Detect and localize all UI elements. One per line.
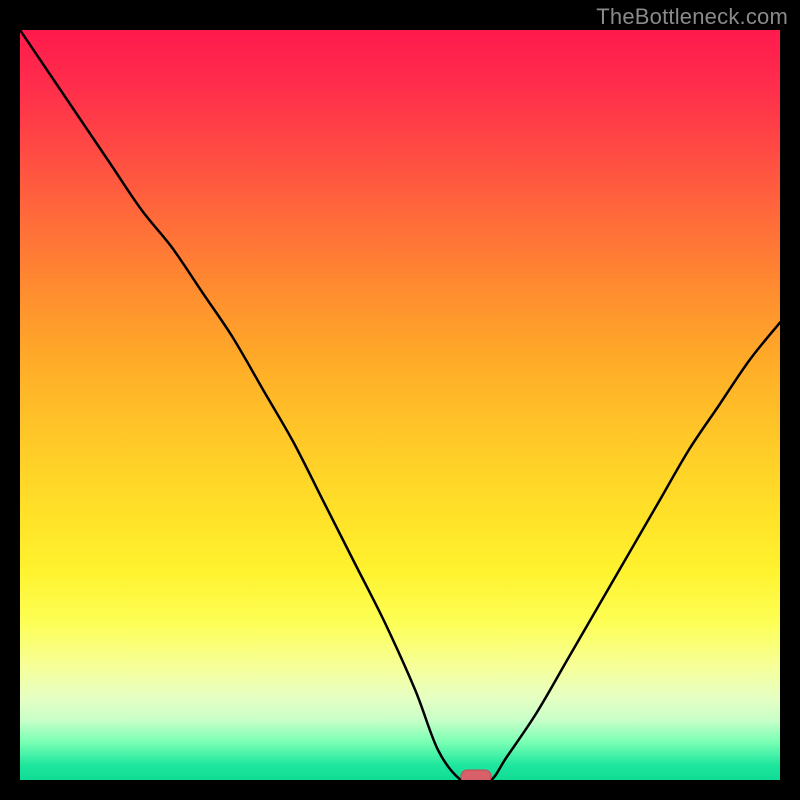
watermark-text: TheBottleneck.com	[596, 4, 788, 30]
chart-frame: TheBottleneck.com	[0, 0, 800, 800]
curve-path	[20, 30, 780, 780]
optimum-marker	[461, 770, 491, 780]
bottleneck-curve	[20, 30, 780, 780]
plot-area	[20, 30, 780, 780]
